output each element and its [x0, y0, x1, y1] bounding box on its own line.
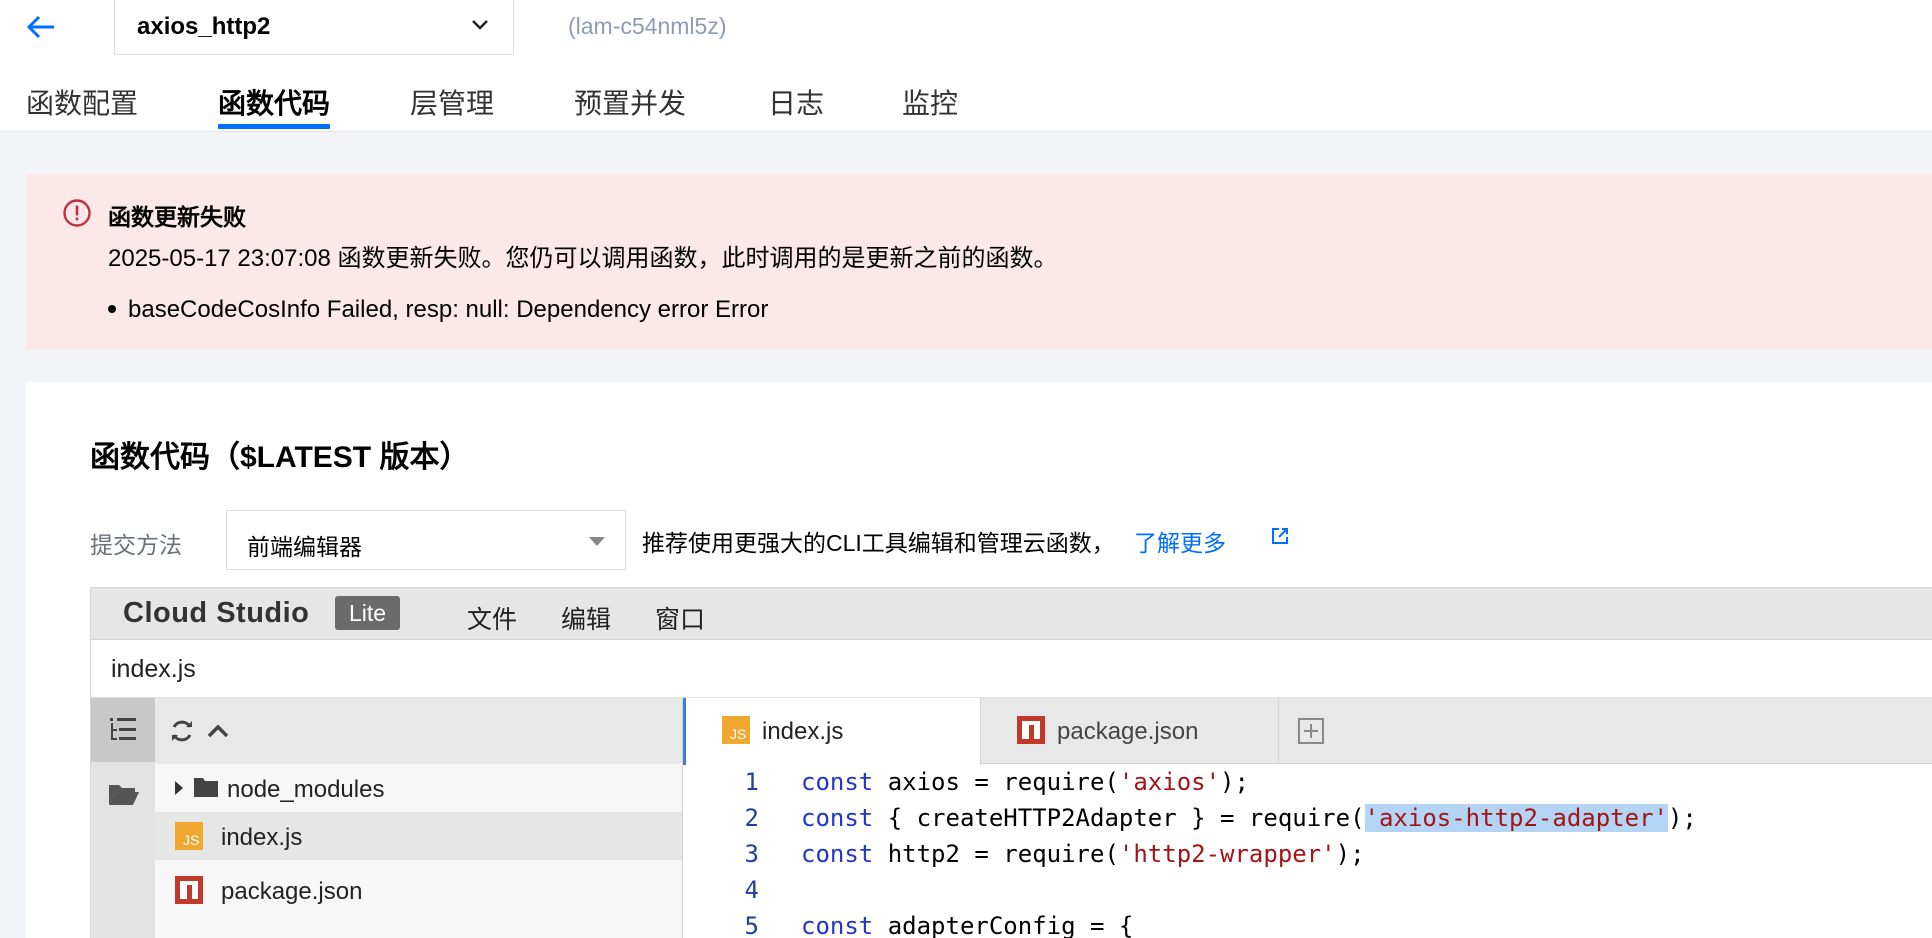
- alert-title: 函数更新失败: [108, 204, 246, 230]
- alert-detail-text: baseCodeCosInfo Failed, resp: null: Depe…: [128, 296, 769, 323]
- editor-tabs: JS index.js package.json: [683, 698, 1932, 765]
- code-panel: 函数代码（$LATEST 版本） 提交方法 前端编辑器 推荐使用更强大的CLI工…: [26, 382, 1932, 938]
- line-number: 5: [744, 912, 759, 938]
- menu-window[interactable]: 窗口: [655, 600, 705, 636]
- folder-icon: [194, 778, 218, 797]
- plus-square-icon: [1298, 718, 1324, 744]
- submit-method-select[interactable]: 前端编辑器: [226, 510, 626, 570]
- tree-item-index-js[interactable]: JS index.js: [155, 812, 682, 860]
- ide-path-bar: index.js: [91, 640, 1932, 698]
- panel-title: 函数代码（$LATEST 版本）: [90, 441, 470, 474]
- code-line-1: const axios = require('axios');: [801, 768, 1249, 796]
- tree-item-label: index.js: [221, 824, 303, 851]
- external-link-icon[interactable]: [1270, 526, 1290, 546]
- npm-icon: [1017, 716, 1045, 744]
- line-number: 3: [744, 840, 759, 868]
- editor-tab-label: package.json: [1057, 718, 1199, 745]
- file-explorer: node_modules JS index.js package.json: [155, 698, 683, 938]
- js-file-icon: JS: [175, 822, 203, 850]
- current-file-path: index.js: [111, 655, 196, 683]
- menu-edit[interactable]: 编辑: [561, 600, 611, 636]
- editor-tab-index-js[interactable]: JS index.js: [683, 698, 981, 765]
- menu-file[interactable]: 文件: [467, 600, 517, 636]
- tree-item-package-json[interactable]: package.json: [155, 866, 682, 914]
- editor-tab-label: index.js: [762, 718, 844, 745]
- learn-more-link[interactable]: 了解更多: [1134, 524, 1226, 558]
- folder-open-icon: [109, 785, 139, 805]
- submit-method-value: 前端编辑器: [247, 534, 362, 560]
- activity-folder[interactable]: [91, 762, 155, 826]
- code-line-2: const { createHTTP2Adapter } = require('…: [801, 804, 1697, 832]
- tab-function-config[interactable]: 函数配置: [26, 82, 138, 122]
- tree-item-label: package.json: [221, 878, 363, 905]
- tab-logs[interactable]: 日志: [768, 82, 824, 122]
- error-alert: 函数更新失败 2025-05-17 23:07:08 函数更新失败。您仍可以调用…: [26, 174, 1932, 350]
- new-tab-button[interactable]: [1279, 698, 1343, 764]
- tree-list-icon: [110, 718, 136, 740]
- js-file-icon: JS: [722, 716, 750, 744]
- tree-item-node-modules[interactable]: node_modules: [155, 764, 682, 812]
- editor-tab-package-json[interactable]: package.json: [981, 698, 1279, 764]
- tab-layers[interactable]: 层管理: [410, 82, 494, 122]
- tab-function-code[interactable]: 函数代码: [218, 82, 331, 129]
- function-id: (lam-c54nml5z): [568, 13, 727, 39]
- svg-text:JS: JS: [183, 832, 199, 848]
- ide-menubar: Cloud Studio Lite 文件 编辑 窗口: [91, 588, 1932, 640]
- tab-monitoring[interactable]: 监控: [902, 82, 958, 122]
- line-number: 2: [744, 804, 759, 832]
- error-circle-icon: [63, 199, 91, 227]
- cloud-studio-ide: Cloud Studio Lite 文件 编辑 窗口 index.js node…: [90, 587, 1932, 938]
- alert-message: 2025-05-17 23:07:08 函数更新失败。您仍可以调用函数，此时调用…: [108, 245, 1058, 272]
- refresh-icon[interactable]: [169, 718, 195, 744]
- line-number: 4: [744, 876, 759, 904]
- tree-item-label: node_modules: [227, 776, 385, 803]
- function-selector[interactable]: axios_http2: [114, 0, 514, 55]
- activity-explorer[interactable]: [91, 698, 155, 762]
- code-line-5: const adapterConfig = {: [801, 912, 1134, 938]
- caret-right-icon: [175, 781, 183, 795]
- bullet: [108, 304, 116, 313]
- cli-hint: 推荐使用更强大的CLI工具编辑和管理云函数，: [642, 530, 1115, 556]
- lite-badge: Lite: [335, 596, 401, 630]
- collapse-up-icon[interactable]: [205, 718, 231, 744]
- function-name: axios_http2: [137, 13, 271, 40]
- explorer-toolbar: [155, 698, 682, 764]
- code-editor: JS index.js package.json 1 const axios =…: [683, 698, 1932, 938]
- back-arrow-icon[interactable]: [24, 10, 58, 44]
- chevron-down-icon: [472, 20, 488, 30]
- top-bar: axios_http2 (lam-c54nml5z) 函数配置 函数代码 层管理…: [0, 0, 1932, 132]
- activity-bar: [91, 698, 155, 938]
- tab-provisioned-concurrency[interactable]: 预置并发: [574, 82, 686, 122]
- alert-detail: baseCodeCosInfo Failed, resp: null: Depe…: [108, 296, 768, 324]
- caret-down-icon: [589, 537, 605, 546]
- line-number: 1: [744, 768, 759, 796]
- code-line-3: const http2 = require('http2-wrapper');: [801, 840, 1365, 868]
- svg-text:JS: JS: [730, 726, 746, 742]
- submit-method-label: 提交方法: [90, 532, 182, 558]
- ide-brand: Cloud Studio: [123, 597, 310, 629]
- npm-icon: [175, 876, 203, 904]
